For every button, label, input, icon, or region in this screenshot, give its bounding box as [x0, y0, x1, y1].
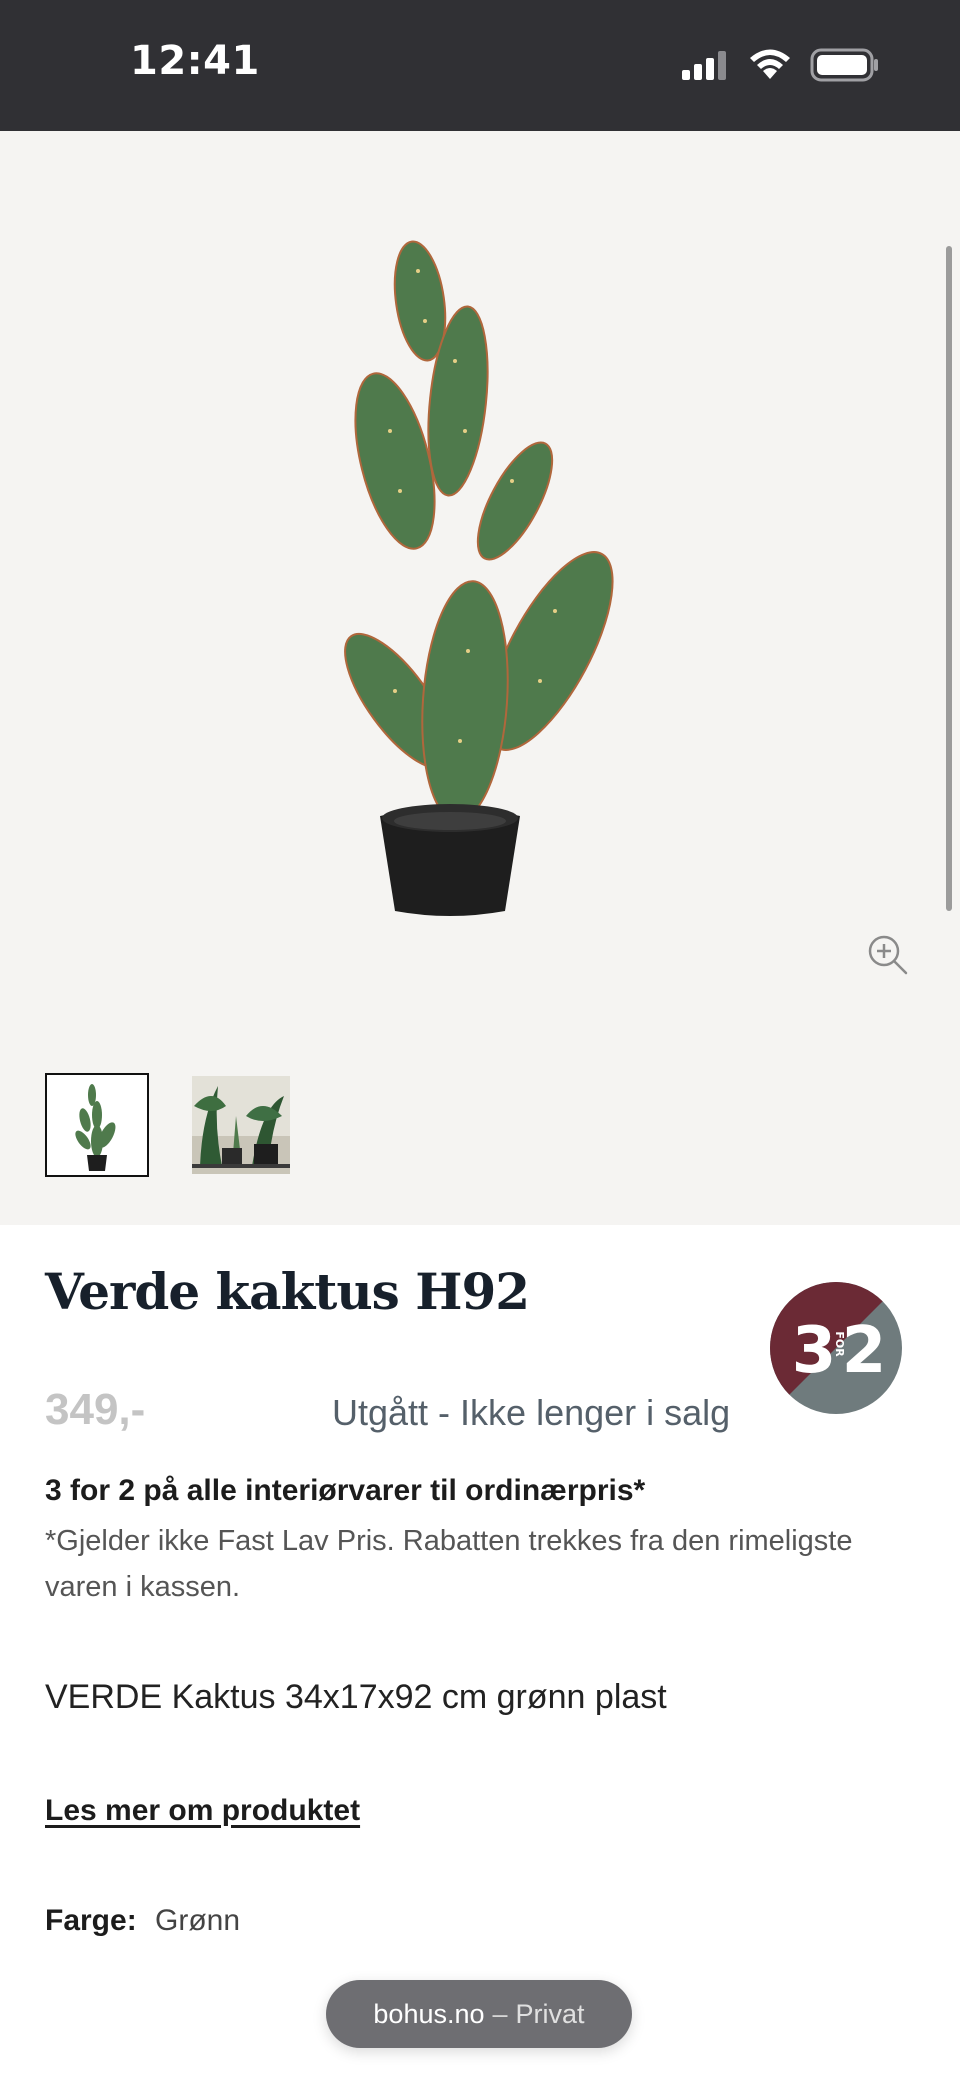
- offer-title: 3 for 2 på alle interiørvarer til ordinæ…: [45, 1474, 646, 1507]
- url-mode: Privat: [515, 1998, 585, 2029]
- badge-number-2: 2: [842, 1314, 887, 1388]
- status-bar: 12:41: [0, 0, 960, 131]
- signal-icon: [682, 51, 726, 80]
- zoom-in-icon[interactable]: [866, 933, 910, 977]
- badge-number-3: 3: [792, 1314, 837, 1388]
- gallery-scrollbar[interactable]: [946, 246, 952, 911]
- thumbnail-lifestyle[interactable]: [192, 1076, 290, 1174]
- product-image-cactus[interactable]: [300, 231, 660, 951]
- product-gallery[interactable]: [0, 131, 960, 1225]
- url-separator: –: [492, 1998, 508, 2029]
- status-icons: [680, 48, 880, 82]
- thumbnail-product[interactable]: [45, 1073, 149, 1177]
- read-more-link[interactable]: Les mer om produktet: [45, 1794, 360, 1828]
- product-title: Verde kaktus H92: [45, 1262, 530, 1321]
- url-domain: bohus.no: [373, 1998, 485, 2029]
- color-label: Farge:: [45, 1904, 137, 1937]
- product-description: VERDE Kaktus 34x17x92 cm grønn plast: [45, 1678, 667, 1716]
- thumbnail-room-image: [192, 1076, 290, 1174]
- browser-url-pill[interactable]: bohus.no – Privat: [326, 1980, 632, 2048]
- wifi-icon: [750, 49, 790, 79]
- status-time: 12:41: [130, 38, 260, 84]
- thumbnail-cactus-image: [75, 1084, 116, 1171]
- offer-note: *Gjelder ikke Fast Lav Pris. Rabatten tr…: [45, 1525, 853, 1603]
- product-price: 349,-: [45, 1385, 146, 1434]
- promo-badge-3-for-2: 3 FOR 2: [770, 1282, 902, 1414]
- availability-status: Utgått - Ikke lenger i salg: [332, 1392, 731, 1433]
- color-value: Grønn: [155, 1904, 241, 1937]
- color-row: Farge: Grønn: [45, 1904, 240, 1938]
- battery-icon: [810, 48, 878, 82]
